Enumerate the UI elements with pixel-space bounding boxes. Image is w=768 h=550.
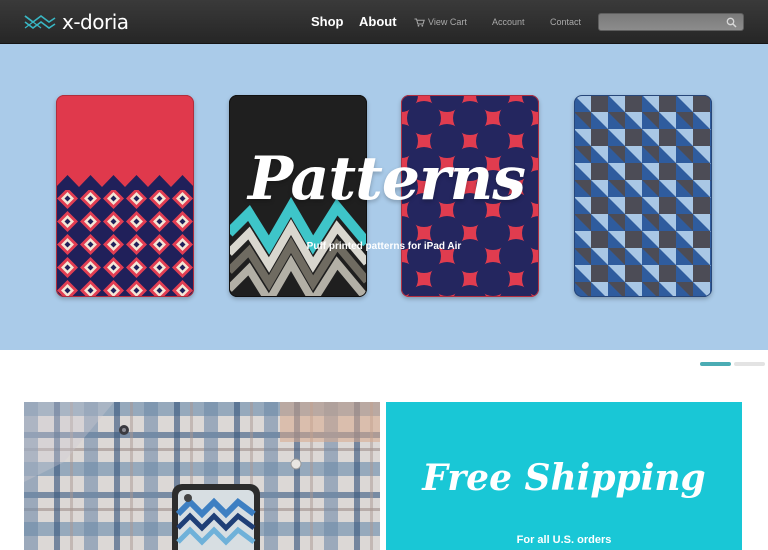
search-icon[interactable] bbox=[726, 17, 737, 28]
hero-title: Patterns bbox=[248, 144, 526, 214]
nav-about[interactable]: About bbox=[359, 14, 397, 30]
nav-contact[interactable]: Contact bbox=[550, 16, 581, 28]
xdoria-logo-icon bbox=[24, 15, 56, 29]
free-shipping-title: Free Shipping bbox=[422, 457, 706, 499]
site-logo[interactable]: x-doria bbox=[24, 11, 129, 33]
nav-account[interactable]: Account bbox=[492, 16, 525, 28]
search-box bbox=[598, 13, 744, 31]
hero-subtitle: Puff printed patterns for iPad Air bbox=[306, 241, 462, 252]
nav-view-cart[interactable]: View Cart bbox=[414, 16, 467, 28]
cart-icon bbox=[414, 18, 425, 27]
nav-shop[interactable]: Shop bbox=[311, 14, 344, 30]
logo-wordmark: x-doria bbox=[62, 10, 129, 34]
product-image-red-diamond-case bbox=[56, 95, 194, 297]
promo-free-shipping[interactable]: Free Shipping For all U.S. orders bbox=[386, 402, 742, 550]
free-shipping-subtitle: For all U.S. orders bbox=[516, 534, 612, 546]
product-image-geometric-blue-case bbox=[574, 95, 712, 297]
slider-dot-2[interactable] bbox=[734, 362, 765, 366]
promo-plaid-shirt-phone-case[interactable] bbox=[24, 402, 380, 550]
search-input[interactable] bbox=[603, 15, 721, 29]
slider-dot-1-active[interactable] bbox=[700, 362, 731, 366]
view-cart-label: View Cart bbox=[428, 17, 467, 27]
hero-banner[interactable]: Patterns Puff printed patterns for iPad … bbox=[0, 44, 768, 350]
plaid-shirt-photo bbox=[24, 402, 380, 550]
top-nav-bar: x-doria Shop About View Cart Account Con… bbox=[0, 0, 768, 44]
